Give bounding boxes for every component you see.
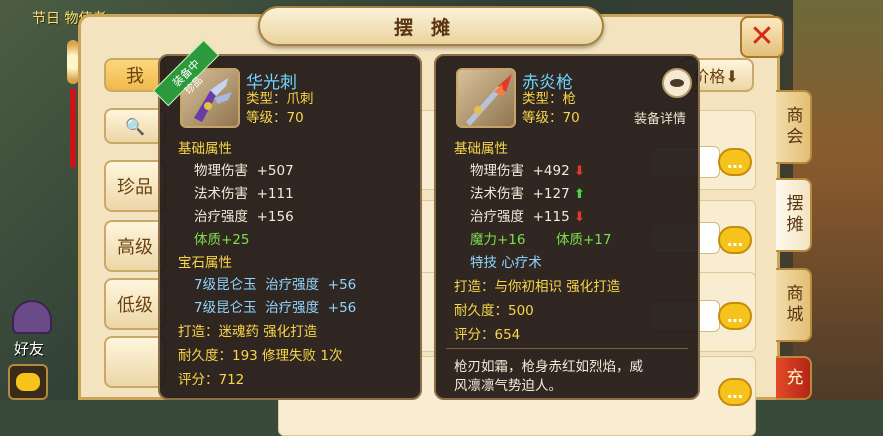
equipment-detail-label: 装备详情 xyxy=(634,112,687,127)
close-icon: ✕ xyxy=(749,19,775,54)
item-level: 等级：70 xyxy=(246,110,304,126)
chat-icon xyxy=(16,373,40,391)
tab-mall[interactable]: 商城 xyxy=(776,268,812,342)
gem-row: 7级昆仑玉 治疗强度 +56 xyxy=(194,277,357,293)
search-icon: 🔍 xyxy=(125,116,145,136)
special-skill: 特技 心疗术 xyxy=(470,255,542,271)
durability-info: 耐久度：500 xyxy=(454,303,534,319)
stat-row: 物理伤害 +492 ⬇ xyxy=(470,163,585,179)
divider xyxy=(446,348,688,349)
forge-info: 打造：与你初相识 强化打造 xyxy=(454,279,621,295)
item-type: 类型：枪 xyxy=(522,91,576,107)
friend-avatar-icon xyxy=(12,300,52,334)
chat-bubble-icon[interactable]: … xyxy=(718,148,752,176)
stat-row: 治疗强度 +156 xyxy=(194,209,294,225)
tab-chamber-of-commerce[interactable]: 商会 xyxy=(776,90,812,164)
spear-weapon-icon xyxy=(456,68,516,128)
chat-bubble-icon[interactable]: … xyxy=(718,226,752,254)
tab-stall[interactable]: 摆摊 xyxy=(776,178,812,252)
item-description-line: 枪刃如霜，枪身赤红如烈焰，威 xyxy=(454,359,643,375)
chat-bubble-icon[interactable]: … xyxy=(718,302,752,330)
durability-info: 耐久度：193 修理失败 1次 xyxy=(178,348,343,364)
chat-bubble-icon[interactable]: … xyxy=(718,378,752,406)
bonus-stat: 体质+17 xyxy=(556,232,612,248)
panel-title: 摆摊 xyxy=(393,16,468,39)
arrow-up-icon: ⬆ xyxy=(573,187,585,202)
arrow-down-icon: ⬇ xyxy=(573,164,585,179)
friend-button[interactable]: 好友 xyxy=(4,300,60,358)
gem-attr-header: 宝石属性 xyxy=(178,255,232,271)
search-button[interactable]: 🔍 xyxy=(104,108,166,144)
gem-row: 7级昆仑玉 治疗强度 +56 xyxy=(194,300,357,316)
sidebar-item-rare[interactable]: 珍品 xyxy=(104,160,166,212)
item-type: 类型：爪刺 xyxy=(246,91,314,107)
bonus-stat: 魔力+16 xyxy=(470,232,526,248)
score-info: 评分：712 xyxy=(178,372,245,388)
stat-row: 物理伤害 +507 xyxy=(194,163,294,179)
tab-recharge[interactable]: 充 xyxy=(776,356,812,400)
close-button[interactable]: ✕ xyxy=(740,16,784,58)
panel-title-bar: 摆摊 xyxy=(258,6,604,46)
eye-icon xyxy=(670,79,684,87)
base-attr-header: 基础属性 xyxy=(454,141,508,157)
friend-label: 好友 xyxy=(14,340,45,358)
score-info: 评分：654 xyxy=(454,327,521,343)
stat-row: 法术伤害 +127 ⬆ xyxy=(470,186,585,202)
arrow-down-icon: ⬇ xyxy=(573,210,585,225)
sidebar-item-low-level[interactable]: 低级 xyxy=(104,278,166,330)
chat-button[interactable] xyxy=(8,364,48,400)
stat-row: 治疗强度 +115 ⬇ xyxy=(470,209,585,225)
stat-row: 法术伤害 +111 xyxy=(194,186,294,202)
forge-info: 打造：迷魂药 强化打造 xyxy=(178,324,318,340)
bonus-stat: 体质+25 xyxy=(194,232,250,248)
base-attr-header: 基础属性 xyxy=(178,141,232,157)
sidebar-item-high-level[interactable]: 高级 xyxy=(104,220,166,272)
equipment-detail-button[interactable] xyxy=(662,68,692,98)
sidebar-item-extra[interactable] xyxy=(104,336,166,388)
equipped-item-tooltip: 装备中 珍品 华光刺 类型：爪刺 等级：70 基础属性 物理伤害 +507 法术… xyxy=(152,39,422,400)
item-detail-tooltip: 赤炎枪 类型：枪 等级：70 装备详情 基础属性 物理伤害 +492 ⬇ 法术伤… xyxy=(434,54,700,400)
item-level: 等级：70 xyxy=(522,110,580,126)
item-description-line: 风凛凛气势迫人。 xyxy=(454,378,562,394)
